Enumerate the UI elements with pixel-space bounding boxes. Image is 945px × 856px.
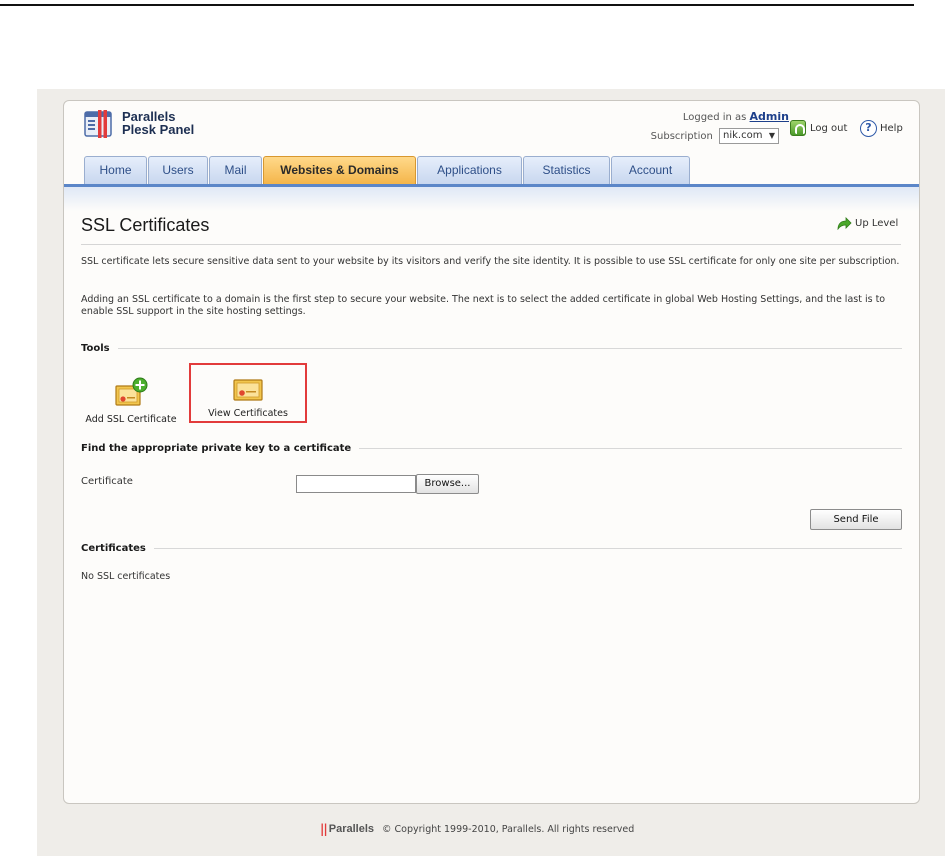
logout-label: Log out — [810, 122, 848, 134]
main-panel: Parallels Plesk Panel Logged in as Admin… — [63, 100, 920, 804]
certificates-section-header: Certificates — [81, 541, 902, 555]
subscription-label: Subscription — [650, 131, 713, 142]
tab-home[interactable]: Home — [84, 156, 147, 184]
add-ssl-certificate-button[interactable]: Add SSL Certificate — [81, 377, 181, 425]
add-certificate-icon — [115, 377, 148, 406]
help-icon: ? — [860, 120, 877, 137]
section-divider — [153, 547, 902, 549]
section-divider — [117, 347, 902, 349]
parallels-logo-icon — [84, 110, 112, 138]
top-rule — [0, 4, 914, 6]
certificate-file-input[interactable] — [296, 475, 416, 493]
chevron-down-icon: ▼ — [768, 131, 775, 140]
copyright-text: © Copyright 1999-2010, Parallels. All ri… — [382, 823, 635, 835]
find-key-heading: Find the appropriate private key to a ce… — [81, 442, 352, 454]
send-file-button[interactable]: Send File — [810, 509, 902, 530]
tab-bar-fade — [64, 187, 919, 211]
tab-users[interactable]: Users — [148, 156, 208, 184]
subscription-selected-value: nik.com — [723, 130, 763, 141]
view-certificates-icon — [233, 379, 263, 401]
help-button[interactable]: ? Help — [860, 120, 903, 137]
logged-in-info: Logged in as Admin — [649, 110, 789, 123]
view-certificates-button[interactable]: View Certificates — [189, 363, 307, 423]
footer-brand-name: Parallels — [328, 823, 375, 835]
tab-mail[interactable]: Mail — [209, 156, 262, 184]
footer-parallels-logo: || Parallels — [320, 822, 374, 836]
help-label: Help — [880, 123, 903, 134]
subscription-select[interactable]: nik.com ▼ — [719, 128, 779, 144]
logged-in-prefix: Logged in as — [682, 112, 747, 123]
view-certificates-label: View Certificates — [208, 408, 288, 419]
tab-statistics[interactable]: Statistics — [523, 156, 610, 184]
empty-certificates-message: No SSL certificates — [81, 571, 171, 582]
tab-websites-domains[interactable]: Websites & Domains — [263, 156, 416, 184]
find-key-section-header: Find the appropriate private key to a ce… — [81, 441, 902, 455]
tools-section-header: Tools — [81, 341, 902, 355]
up-level-link[interactable]: Up Level — [837, 217, 898, 230]
title-divider — [81, 244, 901, 245]
up-level-arrow-icon — [837, 217, 852, 230]
footer: || Parallels © Copyright 1999-2010, Para… — [320, 822, 634, 836]
browse-button[interactable]: Browse... — [416, 474, 479, 494]
product-name: Parallels Plesk Panel — [122, 110, 194, 136]
section-divider — [359, 447, 902, 449]
certificates-heading: Certificates — [81, 542, 146, 554]
logged-in-user-link[interactable]: Admin — [750, 110, 789, 123]
tools-heading: Tools — [81, 342, 110, 354]
intro-paragraph-2: Adding an SSL certificate to a domain is… — [81, 294, 886, 317]
up-level-label: Up Level — [855, 218, 899, 229]
add-ssl-certificate-label: Add SSL Certificate — [85, 414, 177, 425]
tab-account[interactable]: Account — [611, 156, 690, 184]
logo-line-plesk-panel: Plesk Panel — [122, 122, 195, 137]
tab-applications[interactable]: Applications — [417, 156, 522, 184]
page-title: SSL Certificates — [81, 215, 210, 235]
certificate-field-label: Certificate — [81, 476, 133, 487]
logout-icon — [790, 120, 806, 136]
subscription-row: Subscription nik.com ▼ — [624, 128, 779, 144]
main-tabs: Home Users Mail Websites & Domains Appli… — [84, 156, 691, 184]
intro-paragraph-1: SSL certificate lets secure sensitive da… — [81, 256, 900, 267]
parallels-bars-icon: || — [320, 822, 328, 836]
logout-button[interactable]: Log out — [790, 120, 847, 136]
